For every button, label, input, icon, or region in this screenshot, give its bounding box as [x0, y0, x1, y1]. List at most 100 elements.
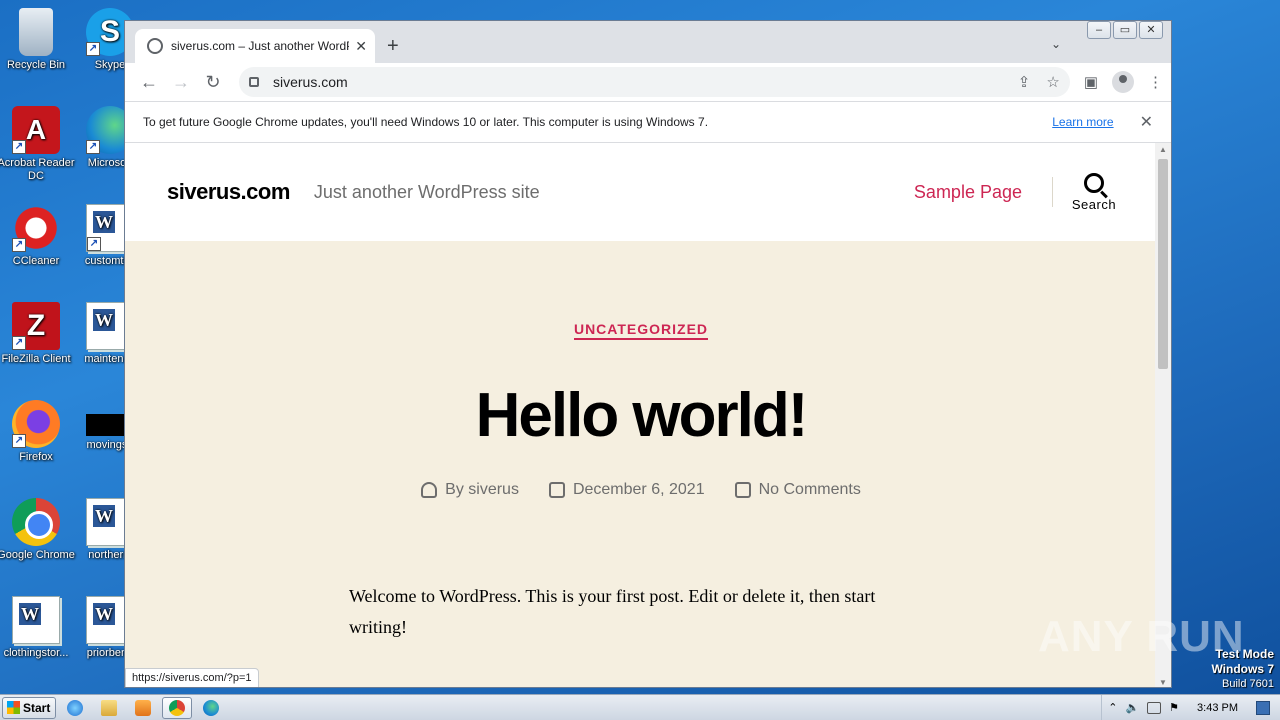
windows-logo-icon — [7, 701, 20, 714]
lock-icon[interactable] — [249, 77, 259, 87]
search-icon — [1084, 172, 1104, 193]
tab-search-chevron-icon[interactable]: ⌄ — [1051, 37, 1061, 51]
nav-sample-page-link[interactable]: Sample Page — [914, 182, 1022, 203]
menu-kebab-icon[interactable]: ⋮ — [1148, 73, 1163, 91]
post-title[interactable]: Hello world! — [125, 380, 1157, 451]
profile-avatar-icon[interactable] — [1112, 71, 1134, 93]
desktop-icon-label: Firefox — [19, 451, 53, 463]
desktop-icon-filezilla[interactable]: Z ↗ FileZilla Client — [0, 302, 76, 366]
page-scrollbar[interactable]: ▲ ▼ — [1155, 143, 1171, 687]
shortcut-arrow-icon: ↗ — [12, 434, 26, 448]
search-label: Search — [1071, 196, 1117, 212]
minimize-button[interactable]: – — [1087, 21, 1111, 39]
close-window-button[interactable]: ✕ — [1139, 21, 1163, 39]
comment-icon — [734, 482, 751, 498]
edge-icon — [203, 699, 219, 716]
taskbar-chrome[interactable] — [162, 696, 192, 719]
acrobat-icon: A ↗ — [12, 106, 60, 154]
shortcut-arrow-icon: ↗ — [86, 42, 100, 56]
scroll-down-arrow-icon[interactable]: ▼ — [1155, 678, 1171, 687]
scrollbar-thumb[interactable] — [1158, 159, 1168, 369]
desktop-icon-label: Acrobat Reader DC — [0, 157, 75, 182]
calendar-icon — [548, 482, 565, 498]
scroll-up-arrow-icon[interactable]: ▲ — [1155, 145, 1171, 154]
start-label: Start — [23, 700, 51, 715]
shortcut-arrow-icon: ↗ — [87, 237, 101, 251]
desktop-icon-label: FileZilla Client — [1, 353, 71, 365]
post-body: Welcome to WordPress. This is your first… — [349, 586, 876, 637]
show-desktop-button[interactable] — [1256, 700, 1270, 715]
restore-button[interactable]: ▭ — [1113, 21, 1137, 39]
filezilla-icon: Z ↗ — [12, 302, 60, 350]
infobar-message: To get future Google Chrome updates, you… — [143, 115, 709, 129]
taskbar-explorer[interactable] — [94, 697, 124, 719]
shortcut-arrow-icon: ↗ — [12, 140, 26, 154]
bookmark-star-icon[interactable]: ☆ — [1046, 73, 1059, 91]
taskbar: Start ⌃ 🔈 ⚑ 3:43 PM — [0, 694, 1280, 720]
page-viewport: siverus.com Just another WordPress site … — [125, 143, 1157, 687]
post-date-text: December 6, 2021 — [572, 481, 705, 498]
post-author-text: By siverus — [445, 481, 519, 498]
taskbar-edge[interactable] — [196, 697, 226, 719]
test-mode-line2: Windows 7 — [1211, 662, 1274, 676]
shortcut-arrow-icon: ↗ — [12, 336, 26, 350]
network-icon[interactable] — [1147, 701, 1162, 714]
firefox-icon: ↗ — [12, 400, 60, 448]
chrome-icon — [169, 699, 185, 716]
post-comments[interactable]: No Comments — [734, 481, 861, 499]
desktop-icon-chrome[interactable]: Google Chrome — [0, 498, 76, 562]
site-description: Just another WordPress site — [313, 181, 540, 202]
system-tray: ⌃ 🔈 ⚑ 3:43 PM — [1101, 695, 1280, 720]
desktop-icon-label: Recycle Bin — [6, 59, 66, 71]
post-date[interactable]: December 6, 2021 — [548, 481, 705, 499]
desktop-icon-label: Google Chrome — [0, 549, 75, 561]
desktop-icon-acrobat[interactable]: A ↗ Acrobat Reader DC — [0, 106, 76, 183]
chrome-window: – ▭ ✕ siverus.com – Just another WordPre… — [124, 20, 1172, 688]
desktop-icon-recycle-bin[interactable]: Recycle Bin — [0, 8, 76, 72]
new-tab-button[interactable]: + — [387, 35, 399, 58]
chrome-icon — [12, 498, 60, 546]
desktop-icon-word-doc[interactable]: clothingstor... — [0, 596, 76, 660]
taskbar-ie[interactable] — [60, 697, 90, 719]
browser-toolbar: ← → ↻ siverus.com ⇪ ☆ ▣ ⋮ — [125, 63, 1171, 101]
site-title[interactable]: siverus.com — [167, 179, 290, 205]
browser-tab[interactable]: siverus.com – Just another WordPre ✕ — [135, 29, 375, 63]
speaker-icon[interactable]: 🔈 — [1125, 701, 1139, 714]
learn-more-link[interactable]: Learn more — [1052, 115, 1113, 129]
test-mode-notice: Test Mode Windows 7 Build 7601 — [1211, 647, 1274, 692]
test-mode-line3: Build 7601 — [1222, 678, 1274, 690]
folder-icon — [101, 699, 117, 716]
clock[interactable]: 3:43 PM — [1197, 702, 1238, 714]
person-icon — [421, 482, 438, 498]
start-button[interactable]: Start — [2, 696, 56, 719]
test-mode-line1: Test Mode — [1215, 647, 1274, 661]
post-comments-text: No Comments — [758, 481, 861, 498]
close-tab-icon[interactable]: ✕ — [355, 38, 367, 55]
back-button[interactable]: ← — [133, 72, 165, 93]
category-link[interactable]: UNCATEGORIZED — [573, 321, 709, 340]
post-meta: By siverus December 6, 2021 No Comments — [125, 481, 1157, 499]
close-infobar-icon[interactable]: ✕ — [1140, 112, 1153, 132]
action-center-flag-icon[interactable]: ⚑ — [1169, 701, 1179, 714]
url-text[interactable]: siverus.com — [273, 74, 1002, 90]
search-toggle-button[interactable]: Search — [1071, 172, 1117, 212]
site-header: siverus.com Just another WordPress site … — [125, 143, 1157, 241]
address-bar[interactable]: siverus.com ⇪ ☆ — [239, 67, 1070, 97]
desktop-icon-firefox[interactable]: ↗ Firefox — [0, 400, 76, 464]
desktop-icon-label: CCleaner — [12, 255, 60, 267]
forward-button[interactable]: → — [165, 72, 197, 93]
word-document-icon — [12, 596, 60, 644]
globe-icon — [147, 38, 163, 54]
recycle-bin-icon — [19, 8, 53, 56]
share-icon[interactable]: ⇪ — [1018, 73, 1031, 91]
window-controls: – ▭ ✕ — [1087, 21, 1163, 39]
shortcut-arrow-icon: ↗ — [86, 140, 100, 154]
post-author[interactable]: By siverus — [421, 481, 519, 499]
ccleaner-icon: ↗ — [12, 204, 60, 252]
shortcut-arrow-icon: ↗ — [12, 238, 26, 252]
tray-expand-icon[interactable]: ⌃ — [1108, 701, 1117, 714]
reload-button[interactable]: ↻ — [197, 72, 229, 93]
taskbar-media-player[interactable] — [128, 697, 158, 719]
side-panel-icon[interactable]: ▣ — [1084, 73, 1098, 91]
desktop-icon-ccleaner[interactable]: ↗ CCleaner — [0, 204, 76, 268]
